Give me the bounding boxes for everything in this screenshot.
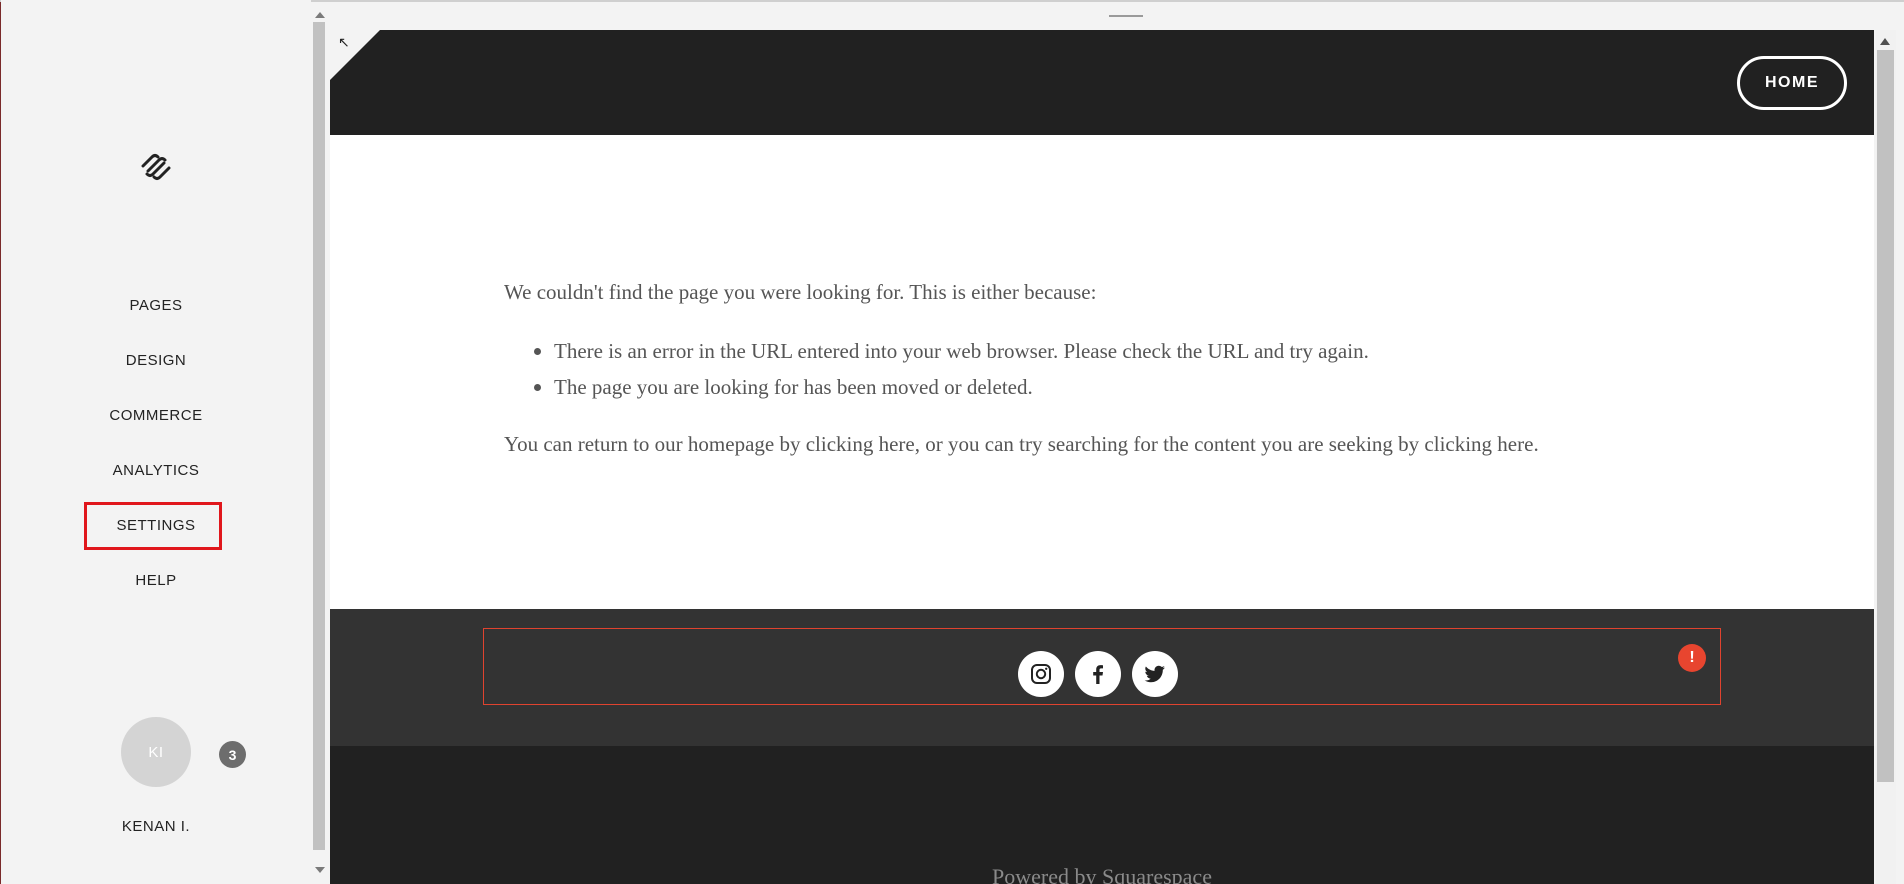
powered-by-text[interactable]: Powered by Squarespace bbox=[330, 864, 1874, 884]
nav-item-pages[interactable]: PAGES bbox=[1, 296, 311, 316]
nav-item-analytics[interactable]: ANALYTICS bbox=[1, 461, 311, 481]
social-links-block[interactable]: ! bbox=[483, 628, 1721, 705]
scroll-down-arrow-icon[interactable] bbox=[315, 867, 325, 873]
site-preview: ↖ HOME We couldn't find the page you wer… bbox=[330, 30, 1874, 884]
nav-item-design[interactable]: DESIGN bbox=[1, 351, 311, 371]
error-return-text[interactable]: You can return to our homepage by clicki… bbox=[504, 432, 1539, 457]
list-item: The page you are looking for has been mo… bbox=[534, 374, 1369, 410]
list-item: There is an error in the URL entered int… bbox=[534, 338, 1369, 374]
site-header: ↖ HOME bbox=[330, 30, 1874, 135]
error-reasons-list: There is an error in the URL entered int… bbox=[534, 338, 1369, 410]
expand-arrow-icon[interactable]: ↖ bbox=[338, 34, 350, 51]
user-avatar[interactable]: KI bbox=[121, 717, 191, 787]
notification-badge[interactable]: 3 bbox=[219, 741, 246, 768]
squarespace-logo-icon[interactable] bbox=[139, 152, 173, 182]
site-footer: Powered by Squarespace bbox=[330, 746, 1874, 884]
twitter-icon[interactable] bbox=[1132, 651, 1178, 697]
sidebar-scrollbar-thumb[interactable] bbox=[313, 22, 325, 850]
instagram-icon[interactable] bbox=[1018, 651, 1064, 697]
nav-item-settings[interactable]: SETTINGS bbox=[1, 502, 311, 550]
facebook-icon[interactable] bbox=[1075, 651, 1121, 697]
user-name[interactable]: KENAN I. bbox=[1, 818, 311, 835]
error-intro: We couldn't find the page you were looki… bbox=[504, 280, 1097, 304]
home-button[interactable]: HOME bbox=[1737, 56, 1847, 110]
warning-badge[interactable]: ! bbox=[1678, 644, 1706, 672]
scroll-up-arrow-icon[interactable] bbox=[1880, 38, 1890, 45]
nav-item-help[interactable]: HELP bbox=[1, 571, 311, 591]
footer-social-section: ! bbox=[330, 609, 1874, 746]
sidebar: PAGES DESIGN COMMERCE ANALYTICS SETTINGS… bbox=[1, 0, 311, 884]
scroll-up-arrow-icon[interactable] bbox=[315, 12, 325, 18]
drag-handle[interactable] bbox=[1109, 15, 1143, 17]
nav-item-commerce[interactable]: COMMERCE bbox=[1, 406, 311, 426]
preview-scrollbar-thumb[interactable] bbox=[1877, 50, 1894, 782]
